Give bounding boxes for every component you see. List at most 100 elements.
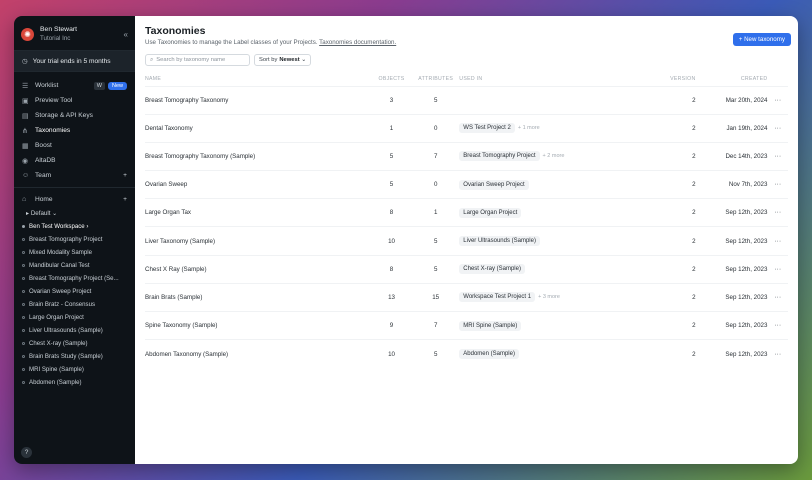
org-switcher[interactable]: ✺ Ben Stewart Tutorial Inc « <box>14 16 135 50</box>
workspace-item[interactable]: Breast Tomography Project <box>14 233 135 246</box>
table-row[interactable]: Chest X Ray (Sample) 8 5 Chest X-ray (Sampl… <box>145 254 788 284</box>
workspace-item[interactable]: Abdomen (Sample) <box>14 376 135 389</box>
column-used-in[interactable]: USED IN <box>459 72 654 86</box>
taxonomy-name[interactable]: Dental Taxonomy <box>145 113 371 143</box>
sort-value: Newest <box>279 57 300 63</box>
taxonomy-name[interactable]: Spine Taxonomy (Sample) <box>145 310 371 340</box>
workspace-group-default[interactable]: ▸ Default ⌄ <box>14 207 135 220</box>
workspace-label: Abdomen (Sample) <box>29 379 82 386</box>
preview-icon: ▣ <box>22 97 29 105</box>
help-icon[interactable]: ? <box>21 447 32 458</box>
row-menu-icon[interactable]: ··· <box>767 339 788 368</box>
workspace-dot-icon <box>22 368 25 371</box>
nav-worklist[interactable]: ☰ Worklist W New <box>14 78 135 93</box>
workspace-item[interactable]: Mandibular Canal Test <box>14 259 135 272</box>
nav-boost[interactable]: ▦ Boost <box>14 138 135 153</box>
taxonomy-name[interactable]: Brain Brats (Sample) <box>145 282 371 312</box>
more-projects[interactable]: + 3 more <box>538 294 560 300</box>
row-menu-icon[interactable]: ··· <box>767 310 788 340</box>
workspace-item[interactable]: Ovarian Sweep Project <box>14 285 135 298</box>
column-name[interactable]: NAME <box>145 72 371 86</box>
table-row[interactable]: Ovarian Sweep 5 0 Ovarian Sweep Project 2 Nov… <box>145 170 788 199</box>
workspace-item[interactable]: Ben Test Workspace › <box>14 220 135 233</box>
taxonomy-name[interactable]: Chest X Ray (Sample) <box>145 254 371 284</box>
workspace-item[interactable]: Mixed Modality Sample <box>14 246 135 259</box>
project-tag[interactable]: Breast Tomography Project <box>459 151 540 162</box>
created-date: Sep 12th, 2023 <box>695 226 768 256</box>
new-taxonomy-button[interactable]: + New taxonomy <box>732 33 791 46</box>
trial-banner[interactable]: ◷ Your trial ends in 5 months <box>14 50 135 72</box>
group-label: Default <box>30 210 51 217</box>
table-row[interactable]: Breast Tomography Taxonomy (Sample) 5 7 Bre… <box>145 141 788 171</box>
taxonomy-table: NAME OBJECTS ATTRIBUTES USED IN VERSION … <box>145 72 788 368</box>
attributes-count: 5 <box>412 339 460 368</box>
nav-altadb[interactable]: ◉ AltaDB <box>14 153 135 168</box>
project-tag[interactable]: Large Organ Project <box>459 207 522 218</box>
add-team-icon[interactable]: + <box>123 172 127 179</box>
taxonomy-name[interactable]: Liver Taxonomy (Sample) <box>145 226 371 256</box>
chevron-down-icon: ⌄ <box>52 210 58 217</box>
more-projects[interactable]: + 2 more <box>543 153 565 159</box>
table-row[interactable]: Breast Tomography Taxonomy 3 5 2 Mar 20th, 2… <box>145 85 788 115</box>
project-tag[interactable]: Abdomen (Sample) <box>459 349 519 360</box>
workspace-item[interactable]: Brain Brats Study (Sample) <box>14 350 135 363</box>
table-row[interactable]: Abdomen Taxonomy (Sample) 10 5 Abdomen (Sam… <box>145 339 788 368</box>
sort-dropdown[interactable]: Sort by Newest ⌄ <box>254 54 312 66</box>
taxonomy-name[interactable]: Breast Tomography Taxonomy (Sample) <box>145 141 371 171</box>
workspace-item[interactable]: MRI Spine (Sample) <box>14 363 135 376</box>
chevron-right-icon: › <box>86 223 89 230</box>
workspace-item[interactable]: Liver Ultrasounds (Sample) <box>14 324 135 337</box>
row-menu-icon[interactable]: ··· <box>767 170 788 199</box>
more-projects[interactable]: + 1 more <box>518 125 540 131</box>
taxonomy-name[interactable]: Breast Tomography Taxonomy <box>145 85 371 115</box>
column-created[interactable]: CREATED <box>696 72 768 86</box>
add-workspace-icon[interactable]: + <box>123 196 127 203</box>
nav-preview-tool[interactable]: ▣ Preview Tool <box>14 93 135 108</box>
taxonomy-name[interactable]: Ovarian Sweep <box>145 170 371 199</box>
workspace-item[interactable]: Chest X-ray (Sample) <box>14 337 135 350</box>
table-row[interactable]: Liver Taxonomy (Sample) 10 5 Liver Ultrasou… <box>145 226 788 256</box>
created-date: Sep 12th, 2023 <box>695 282 768 312</box>
taxonomy-icon: ⋔ <box>22 127 28 135</box>
project-tag[interactable]: Chest X-ray (Sample) <box>459 264 525 275</box>
row-menu-icon[interactable]: ··· <box>767 85 788 115</box>
workspace-item[interactable]: Brain Bratz - Consensus <box>14 298 135 311</box>
workspace-dot-icon <box>22 303 25 306</box>
created-date: Nov 7th, 2023 <box>695 170 768 199</box>
project-tag[interactable]: Ovarian Sweep Project <box>459 179 529 190</box>
column-version[interactable]: VERSION <box>654 72 695 86</box>
taxonomy-name[interactable]: Abdomen Taxonomy (Sample) <box>145 339 371 368</box>
nav-storage[interactable]: ▤ Storage & API Keys <box>14 108 135 123</box>
table-row[interactable]: Brain Brats (Sample) 13 15 Workspace Test P… <box>145 282 788 312</box>
taxonomy-name[interactable]: Large Organ Tax <box>145 198 371 227</box>
search-input[interactable]: ⌕ Search by taxonomy name <box>145 54 250 66</box>
attributes-count: 0 <box>412 170 460 199</box>
row-menu-icon[interactable]: ··· <box>767 198 788 227</box>
column-attributes[interactable]: ATTRIBUTES <box>412 72 459 86</box>
workspace-item[interactable]: Large Organ Project <box>14 311 135 324</box>
workspace-item[interactable]: Breast Tomography Project (Se... <box>14 272 135 285</box>
row-menu-icon[interactable]: ··· <box>767 226 788 256</box>
storage-icon: ▤ <box>22 112 29 120</box>
project-tag[interactable]: Workspace Test Project 1 <box>459 292 536 303</box>
row-menu-icon[interactable]: ··· <box>767 113 788 143</box>
column-objects[interactable]: OBJECTS <box>371 72 412 86</box>
project-tag[interactable]: WS Test Project 2 <box>459 123 515 134</box>
sort-label: Sort by <box>259 57 278 63</box>
project-tag[interactable]: MRI Spine (Sample) <box>459 320 522 331</box>
collapse-sidebar-icon[interactable]: « <box>124 30 128 39</box>
project-tag[interactable]: Liver Ultrasounds (Sample) <box>459 236 540 247</box>
nav-label: AltaDB <box>35 157 56 164</box>
table-row[interactable]: Large Organ Tax 8 1 Large Organ Project 2 Sep… <box>145 198 788 227</box>
documentation-link[interactable]: Taxonomies documentation. <box>319 39 396 46</box>
nav-team[interactable]: ☺ Team + <box>14 168 135 183</box>
row-menu-icon[interactable]: ··· <box>767 141 788 171</box>
table-row[interactable]: Dental Taxonomy 1 0 WS Test Project 2 + 1 mo… <box>145 113 788 143</box>
toolbar: ⌕ Search by taxonomy name Sort by Newest… <box>145 54 788 66</box>
row-menu-icon[interactable]: ··· <box>767 254 788 284</box>
workspace-label: Liver Ultrasounds (Sample) <box>29 327 103 334</box>
row-menu-icon[interactable]: ··· <box>767 282 788 312</box>
table-row[interactable]: Spine Taxonomy (Sample) 9 7 MRI Spine (Samp… <box>145 310 788 340</box>
nav-home[interactable]: ⌂ Home + <box>14 192 135 207</box>
nav-taxonomies[interactable]: ⋔ Taxonomies <box>14 123 135 138</box>
